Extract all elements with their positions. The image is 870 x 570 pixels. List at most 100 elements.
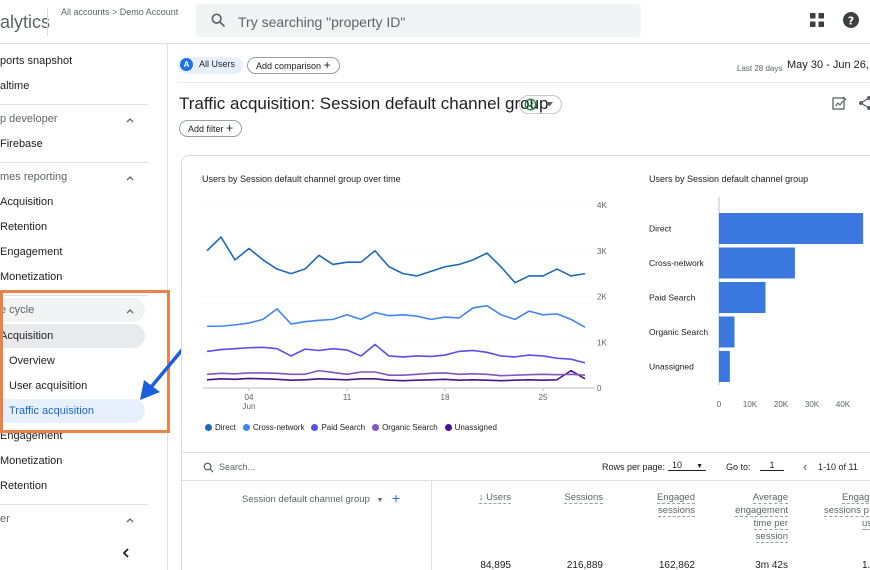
collapse-nav-icon[interactable]	[120, 547, 132, 559]
header-divider	[47, 8, 48, 36]
dimension-separator	[431, 481, 432, 570]
total-users: 84,895	[480, 560, 511, 570]
header-line: Average	[752, 492, 788, 504]
series-line-paid-search	[206, 343, 586, 364]
search-icon	[211, 13, 225, 27]
top-bar: alytics All accounts > Demo Account Try …	[0, 0, 870, 44]
chevron-up-icon[interactable]	[125, 115, 135, 125]
date-preset[interactable]: Last 28 days	[737, 64, 782, 73]
legend-swatch	[311, 424, 319, 431]
nav-section-games-reporting[interactable]: mes reporting	[0, 171, 67, 183]
nav-games-monetization[interactable]: Monetization	[0, 271, 62, 283]
nav-divider	[0, 162, 148, 163]
col-header-engaged-per-user[interactable]: Engag sessions p us	[812, 491, 870, 530]
bar-chart-title: Users by Session default channel group	[649, 174, 809, 184]
bar-chart[interactable]: Direct Cross-network Paid Search Organic Se…	[640, 195, 870, 420]
nav-firebase[interactable]: Firebase	[0, 138, 43, 150]
help-icon[interactable]: ?	[843, 12, 859, 28]
line-chart[interactable]: 0 1K 2K 3K 4K 04Jun 11 18 25	[195, 195, 615, 420]
col-header-avg-engagement[interactable]: Average engagement time per session	[710, 491, 788, 543]
go-to-label: Go to:	[726, 462, 751, 472]
search-placeholder: Try searching "property ID"	[238, 14, 406, 30]
add-filter-label: Add filter	[188, 124, 224, 134]
nav-section-user[interactable]: er	[0, 513, 10, 525]
legend-item[interactable]: Cross-network	[242, 423, 305, 432]
customize-report-icon[interactable]	[832, 96, 847, 111]
plus-icon: +	[323, 58, 331, 72]
header-line: Engag	[842, 492, 870, 504]
nav-reports-snapshot[interactable]: ports snapshot	[0, 55, 72, 67]
nav-divider	[0, 295, 148, 296]
segment-badge: A	[180, 58, 193, 71]
bar-category-label: Organic Search	[649, 327, 708, 337]
date-range[interactable]: May 30 - Jun 26, 2	[787, 59, 870, 71]
nav-overview[interactable]: Overview	[9, 355, 55, 367]
bar-category-label: Direct	[649, 224, 672, 234]
go-to-input[interactable]: 1	[760, 460, 784, 471]
nav-games-retention[interactable]: Retention	[0, 221, 47, 233]
add-dimension-icon[interactable]: +	[392, 490, 400, 506]
col-header-engaged-sessions[interactable]: Engaged sessions	[620, 491, 695, 517]
legend-label: Paid Search	[321, 423, 366, 432]
col-header-sessions[interactable]: Sessions	[530, 491, 603, 504]
nav-divider	[0, 104, 148, 105]
x-tick-label: 10K	[743, 400, 758, 409]
nav-lifecycle-engagement[interactable]: Engagement	[0, 430, 62, 442]
legend-item[interactable]: Unassigned	[444, 423, 497, 432]
total-avg-engagement: 3m 42s	[755, 560, 788, 570]
caret-down-icon	[546, 102, 553, 107]
search-icon	[203, 462, 214, 473]
nav-acquisition[interactable]: Acquisition	[0, 330, 53, 342]
sessions-header-label: Sessions	[564, 492, 603, 504]
add-comparison-button[interactable]: Add comparison +	[247, 57, 340, 74]
nav-games-acquisition[interactable]: Acquisition	[0, 196, 53, 208]
account-breadcrumb[interactable]: All accounts > Demo Account	[61, 7, 178, 17]
table-search-input[interactable]: Search...	[219, 462, 255, 472]
nav-traffic-acquisition[interactable]: Traffic acquisition	[9, 405, 94, 417]
caret-down-icon: ▼	[376, 497, 384, 504]
apps-icon[interactable]	[810, 13, 824, 27]
left-nav: ports snapshot altime p developer Fireba…	[0, 44, 168, 570]
rows-per-page-select[interactable]: 10 ▼	[668, 460, 706, 471]
legend-swatch	[444, 424, 452, 431]
nav-divider	[0, 504, 148, 505]
dimension-header-label: Session default channel group	[242, 494, 370, 505]
chevron-up-icon[interactable]	[125, 306, 135, 316]
nav-section-life-cycle[interactable]: e cycle	[0, 304, 34, 316]
nav-lifecycle-retention[interactable]: Retention	[0, 480, 47, 492]
nav-realtime[interactable]: altime	[0, 80, 29, 92]
legend-item[interactable]: Organic Search	[372, 423, 438, 432]
series-line-cross-network	[207, 304, 586, 328]
total-engaged-sessions: 162,862	[658, 560, 695, 570]
header-line: us	[862, 518, 870, 530]
bar-category-label: Cross-network	[649, 258, 705, 268]
add-filter-button[interactable]: Add filter +	[179, 120, 243, 137]
dimension-header[interactable]: Session default channel group ▼ +	[242, 490, 400, 507]
legend-swatch	[242, 424, 250, 431]
nav-user-acquisition[interactable]: User acquisition	[9, 380, 87, 392]
legend-swatch	[205, 424, 212, 431]
previous-page-icon[interactable]: ‹	[803, 459, 807, 474]
nav-games-engagement[interactable]: Engagement	[0, 246, 62, 258]
share-icon[interactable]	[858, 95, 870, 111]
all-users-chip[interactable]: A All Users	[178, 57, 244, 74]
legend-item[interactable]: Paid Search	[311, 423, 365, 432]
header-line: session	[755, 531, 788, 543]
bar-paid-search	[719, 282, 766, 313]
col-header-users[interactable]: ↓ Users	[450, 491, 511, 504]
bar-cross-network	[719, 247, 795, 279]
header-line: time per	[753, 518, 788, 530]
bar-category-label: Unassigned	[649, 362, 694, 372]
nav-section-app-developer[interactable]: p developer	[0, 113, 58, 125]
line-chart-title: Users by Session default channel group o…	[202, 174, 401, 184]
header-line: Engaged	[656, 492, 695, 504]
chevron-up-icon[interactable]	[125, 515, 135, 525]
chevron-up-icon[interactable]	[125, 173, 135, 183]
title-status-dropdown[interactable]	[519, 95, 562, 114]
series-line-organic-search	[206, 369, 586, 377]
product-name: alytics	[0, 12, 51, 32]
legend-item[interactable]: Direct	[205, 423, 236, 432]
legend-label: Cross-network	[252, 423, 305, 432]
search-input[interactable]: Try searching "property ID"	[196, 4, 641, 37]
nav-lifecycle-monetization[interactable]: Monetization	[0, 455, 62, 467]
